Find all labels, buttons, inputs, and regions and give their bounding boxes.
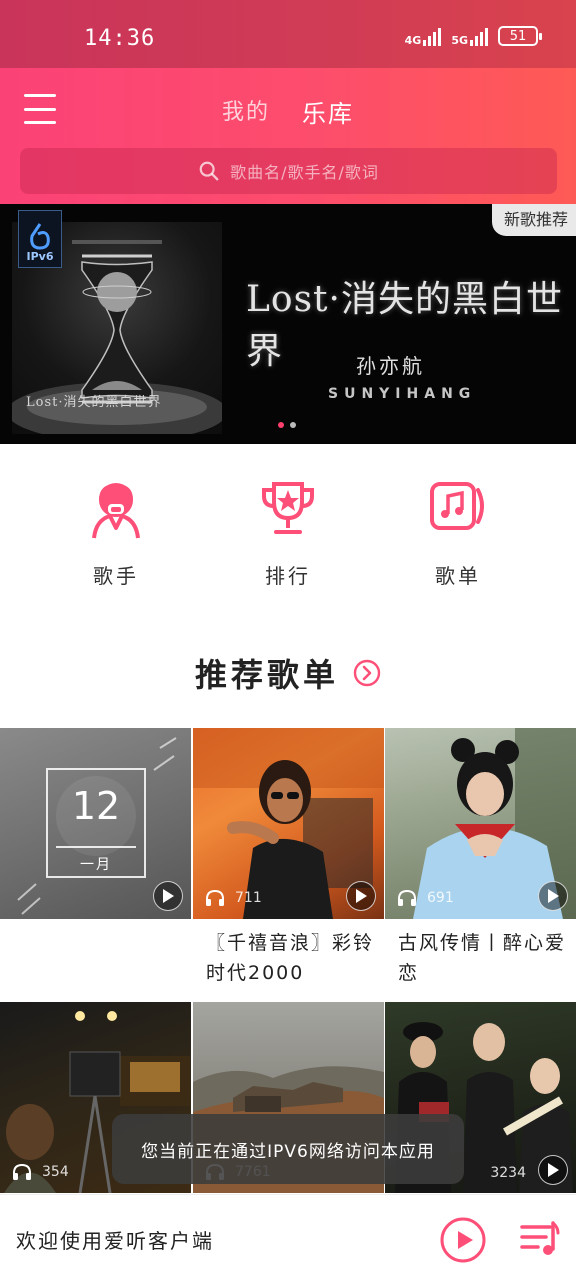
ipv6-label: IPv6: [26, 250, 54, 263]
play-count-value: 691: [427, 890, 454, 906]
play-button[interactable]: [538, 881, 568, 911]
signal-bars-icon: [423, 26, 442, 46]
app-header: 我的 乐库 歌曲名/歌手名/歌词: [0, 68, 576, 204]
banner-artist-en: SUNYIHANG: [328, 386, 477, 402]
signal-5g: 5G: [451, 26, 488, 46]
search-input[interactable]: 歌曲名/歌手名/歌词: [20, 148, 557, 194]
signal-bars-icon: [470, 26, 488, 46]
play-count: 691: [397, 889, 454, 907]
play-icon: [356, 889, 367, 903]
calendar-month: 一月: [80, 857, 112, 873]
play-button[interactable]: [346, 881, 376, 911]
category-playlist-label: 歌单: [435, 564, 481, 588]
playlist-tile[interactable]: 711: [193, 728, 384, 919]
play-button[interactable]: [538, 1155, 568, 1185]
category-singer[interactable]: 歌手: [86, 478, 146, 589]
album-cover-title: Lost·消失的黑白世界: [26, 395, 162, 410]
category-rank[interactable]: 排行: [258, 478, 318, 589]
page-dot-active[interactable]: [278, 422, 284, 428]
play-icon: [548, 889, 559, 903]
headphones-icon: [13, 1163, 31, 1180]
trophy-icon: [262, 482, 314, 534]
category-rank-label: 排行: [265, 564, 311, 588]
play-count-value: 354: [42, 1164, 69, 1180]
calendar-day: 12: [71, 784, 121, 828]
play-count: 3234: [490, 1165, 526, 1181]
welcome-text: 欢迎使用爱听客户端: [16, 1229, 214, 1253]
status-bar: 14:36 4G 5G 51: [0, 0, 576, 68]
header-tabs: 我的 乐库: [0, 94, 576, 129]
section-title: 推荐歌单: [194, 656, 339, 694]
play-icon: [163, 889, 174, 903]
tab-mine[interactable]: 我的: [222, 94, 270, 129]
page-dot[interactable]: [290, 422, 296, 428]
category-singer-label: 歌手: [93, 564, 139, 588]
ipv6-badge: IPv6: [18, 210, 62, 268]
playlist-queue-icon[interactable]: [520, 1221, 560, 1257]
mini-player: 欢迎使用爱听客户端: [0, 1194, 576, 1280]
signal-4g: 4G: [405, 26, 442, 46]
chevron-right-icon: [353, 659, 381, 687]
promo-banner[interactable]: Lost·消失的黑白世界 IPv6 新歌推荐 Lost·消失的黑白世界 孙亦航 …: [0, 204, 576, 444]
network-label-2: 5G: [451, 34, 468, 47]
ipv6-toast: 您当前正在通过IPV6网络访问本应用: [112, 1114, 464, 1184]
singer-icon: [92, 483, 140, 539]
ipv6-logo-icon: [30, 223, 50, 250]
category-playlist[interactable]: 歌单: [428, 478, 488, 589]
search-icon: [199, 161, 219, 181]
calendar-divider: [56, 846, 136, 848]
play-icon: [548, 1163, 559, 1177]
banner-artist: 孙亦航: [356, 354, 425, 378]
battery-icon: 51: [498, 26, 542, 46]
play-count: 711: [205, 889, 262, 907]
headphones-icon: [398, 889, 416, 906]
playlist-name[interactable]: 古风传情丨醉心爱恋: [398, 928, 570, 988]
banner-pagination: [278, 422, 296, 428]
play-count-value: 711: [235, 890, 262, 906]
play-circle-icon[interactable]: [440, 1217, 486, 1263]
play-count-value: 3234: [490, 1165, 526, 1181]
search-placeholder: 歌曲名/歌手名/歌词: [230, 163, 379, 182]
status-icons: 4G 5G 51: [405, 26, 542, 46]
status-time: 14:36: [84, 26, 156, 51]
play-button[interactable]: [153, 881, 183, 911]
new-song-tag: 新歌推荐: [491, 204, 576, 236]
play-count: 354: [12, 1163, 69, 1181]
playlist-tile[interactable]: 12 一月: [0, 728, 191, 919]
playlist-tile[interactable]: 691: [385, 728, 576, 919]
network-label-1: 4G: [404, 34, 422, 47]
calendar-icon: 12 一月: [46, 768, 146, 878]
recommended-playlists-header[interactable]: 推荐歌单: [0, 650, 576, 696]
tab-library[interactable]: 乐库: [302, 94, 354, 129]
playlist-name[interactable]: 〖千禧音浪〗彩铃时代2000: [206, 928, 378, 988]
headphones-icon: [206, 889, 224, 906]
playlist-icon: [430, 482, 484, 530]
